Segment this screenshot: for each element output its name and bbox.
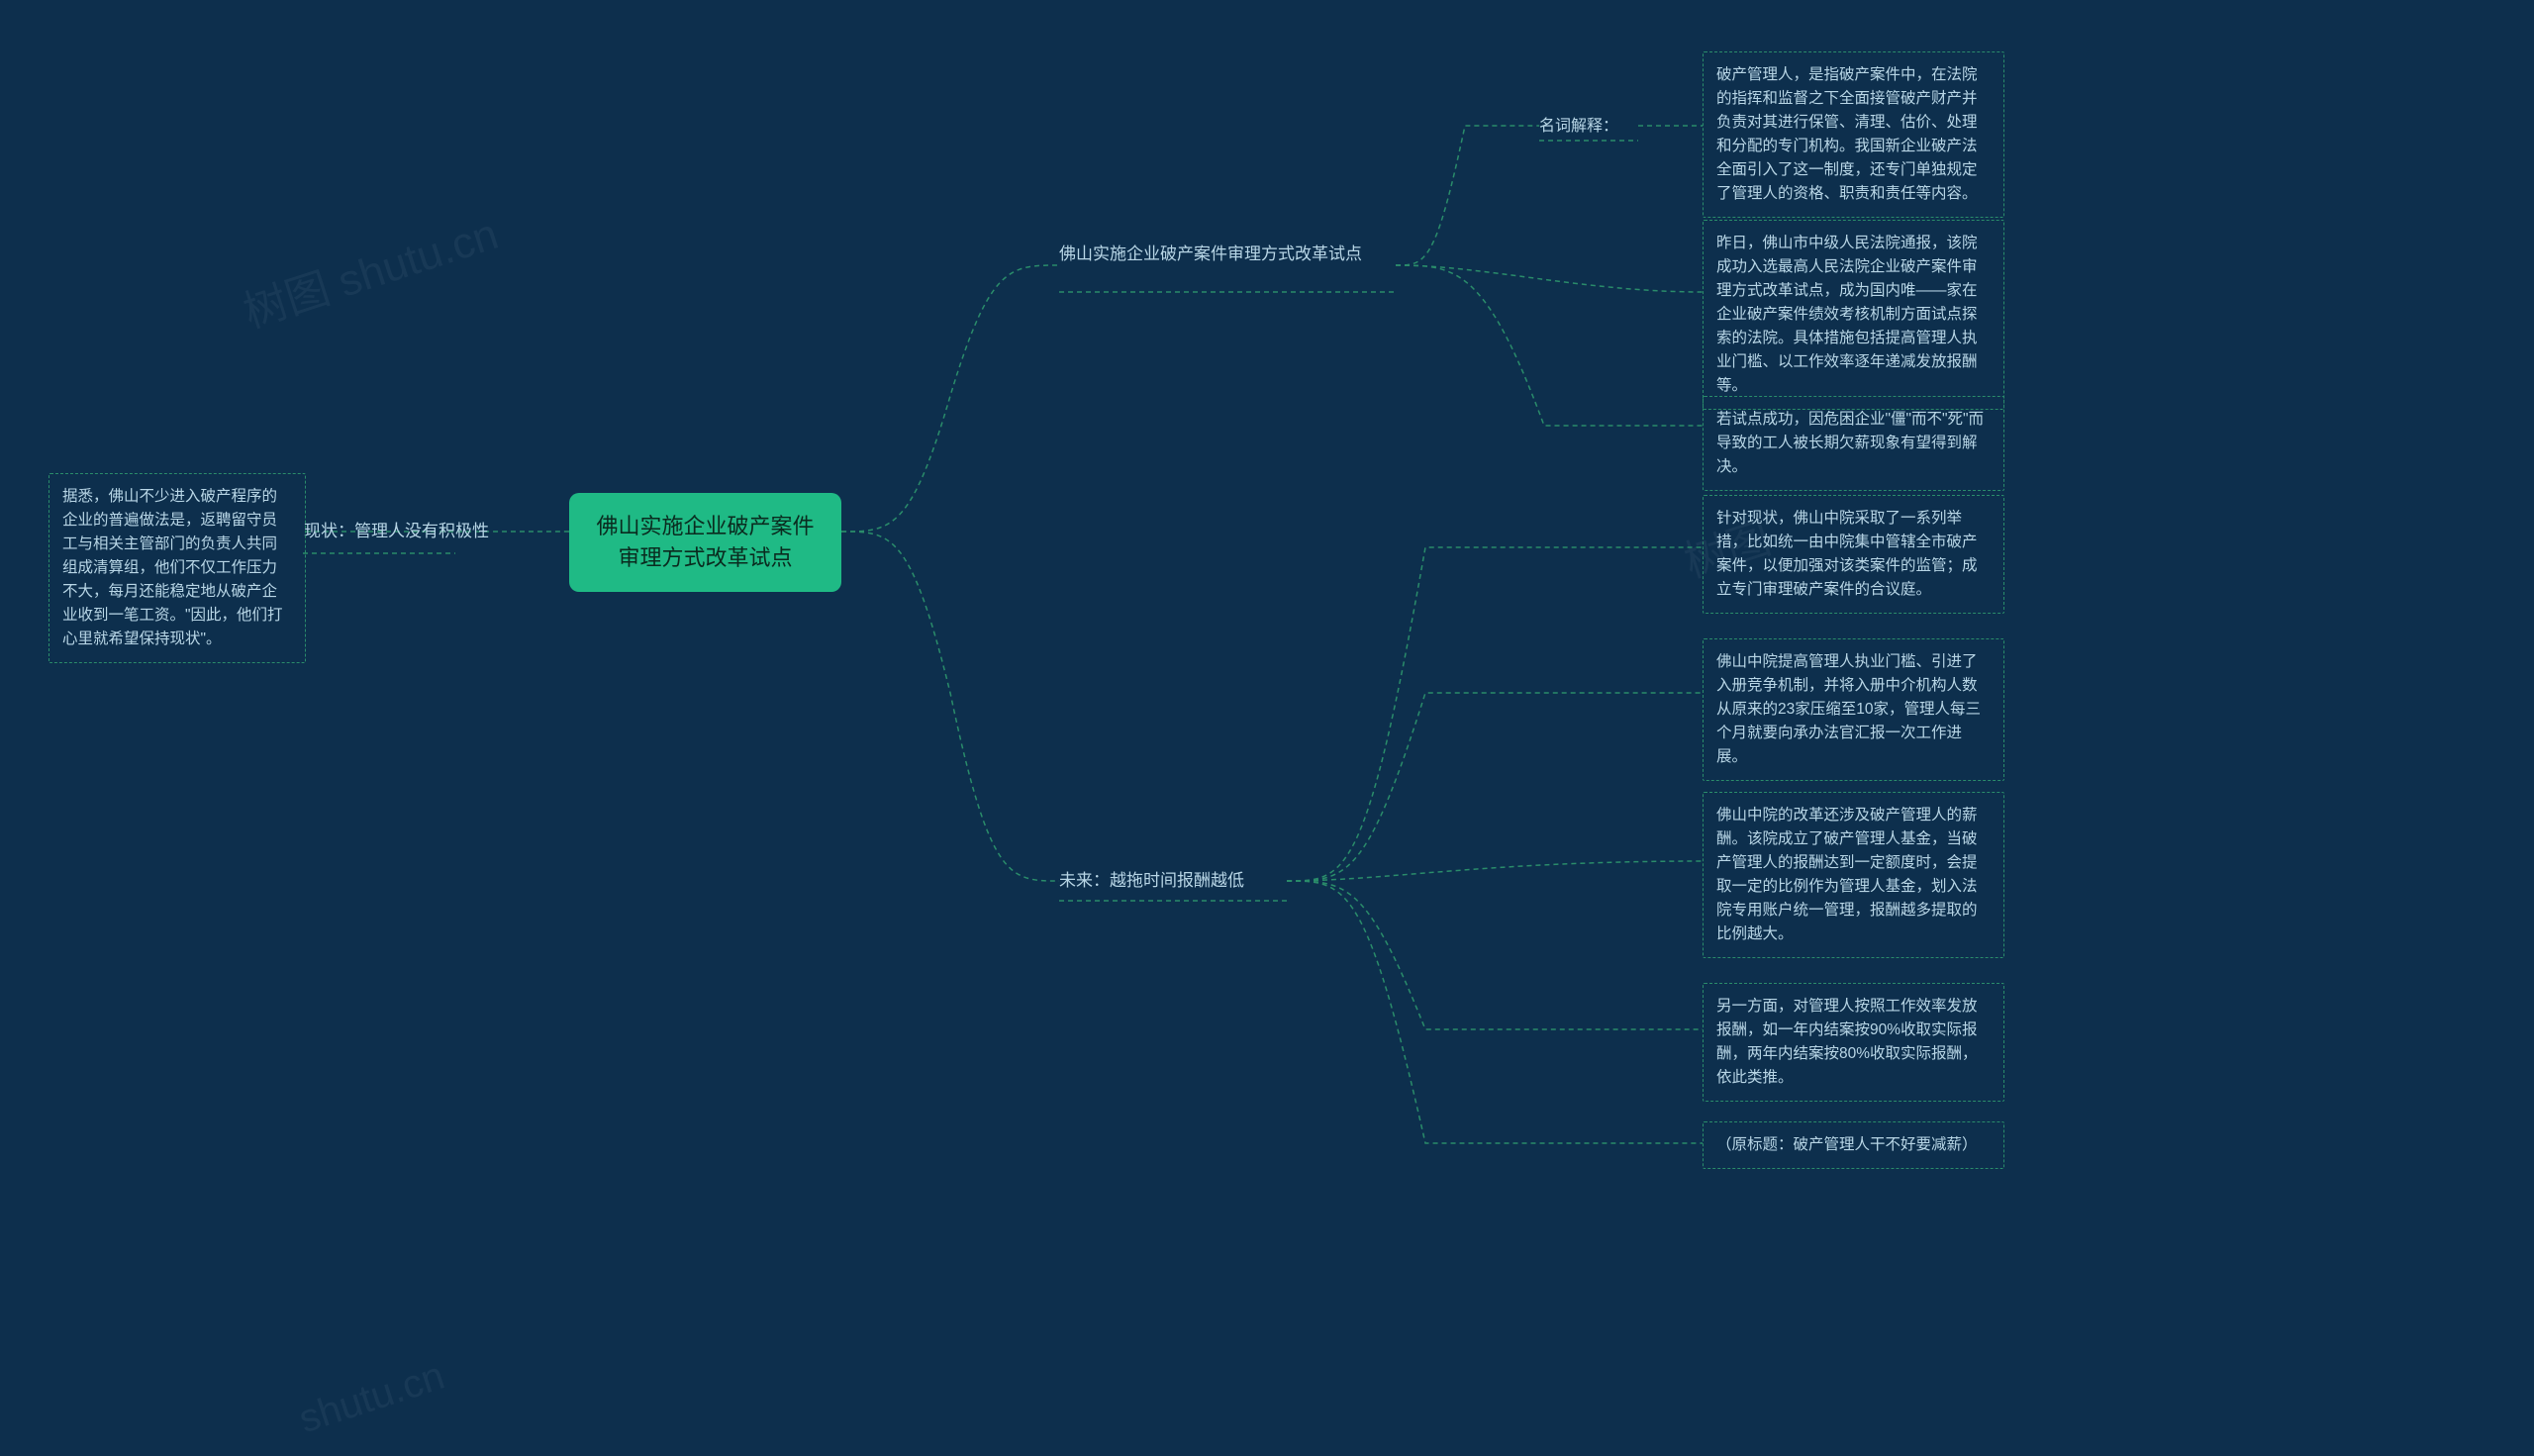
leaf-r1-1[interactable]: 破产管理人，是指破产案件中，在法院的指挥和监督之下全面接管破产财产并负责对其进行… (1703, 51, 2004, 218)
leaf-left-1[interactable]: 据悉，佛山不少进入破产程序的企业的普遍做法是，返聘留守员工与相关主管部门的负责人… (49, 473, 306, 663)
leaf-r2-2[interactable]: 佛山中院提高管理人执业门槛、引进了入册竞争机制，并将入册中介机构人数从原来的23… (1703, 638, 2004, 781)
branch-right2-label[interactable]: 未来：越拖时间报酬越低 (1059, 869, 1287, 894)
sub-label-glossary[interactable]: 名词解释： (1539, 115, 1638, 138)
root-node[interactable]: 佛山实施企业破产案件审理方式改革试点 (569, 493, 841, 592)
branch-left-label[interactable]: 现状：管理人没有积极性 (304, 520, 507, 544)
leaf-r1-3[interactable]: 若试点成功，因危困企业"僵"而不"死"而导致的工人被长期欠薪现象有望得到解决。 (1703, 396, 2004, 491)
connector-lines (0, 0, 2534, 1456)
leaf-r2-4[interactable]: 另一方面，对管理人按照工作效率发放报酬，如一年内结案按90%收取实际报酬，两年内… (1703, 983, 2004, 1102)
leaf-r1-2[interactable]: 昨日，佛山市中级人民法院通报，该院成功入选最高人民法院企业破产案件审理方式改革试… (1703, 220, 2004, 410)
watermark: shutu.cn (294, 1354, 450, 1443)
leaf-r2-3[interactable]: 佛山中院的改革还涉及破产管理人的薪酬。该院成立了破产管理人基金，当破产管理人的报… (1703, 792, 2004, 958)
branch-right1-label[interactable]: 佛山实施企业破产案件审理方式改革试点 (1059, 243, 1396, 267)
leaf-r2-1[interactable]: 针对现状，佛山中院采取了一系列举措，比如统一由中院集中管辖全市破产案件，以便加强… (1703, 495, 2004, 614)
watermark: 树图 shutu.cn (235, 198, 505, 340)
leaf-r2-5[interactable]: （原标题：破产管理人干不好要减薪） (1703, 1121, 2004, 1169)
